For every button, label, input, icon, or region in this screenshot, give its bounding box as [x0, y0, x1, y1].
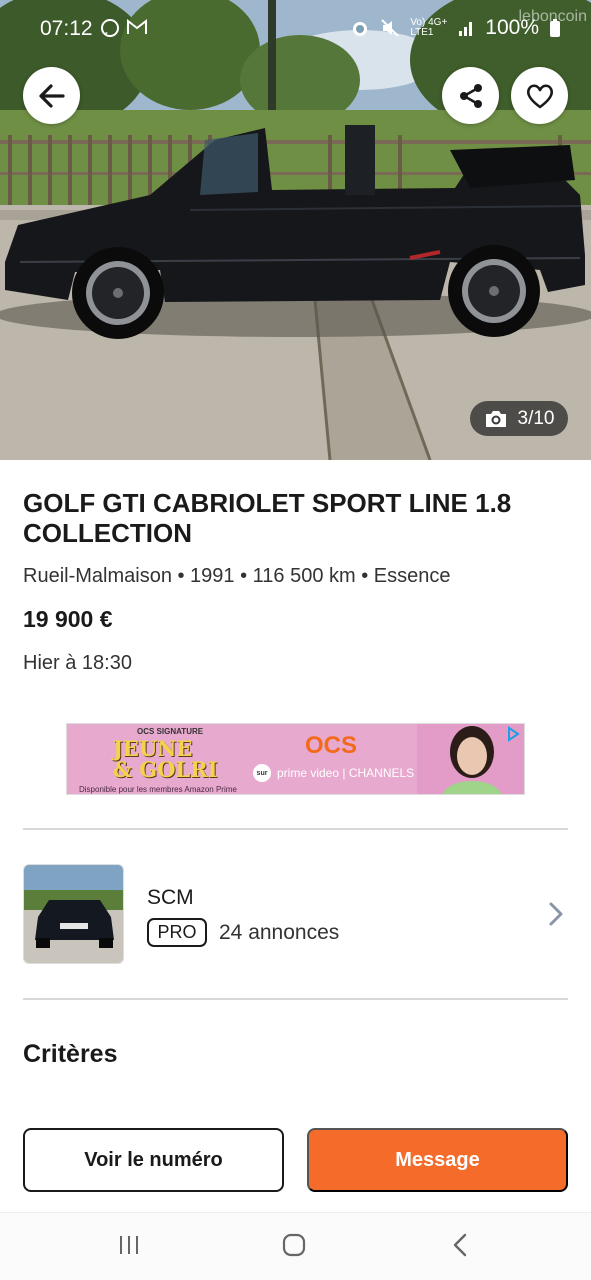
status-time: 07:12: [40, 17, 93, 40]
listing-title: GOLF GTI CABRIOLET SPORT LINE 1.8 COLLEC…: [23, 488, 512, 548]
ad-brand-logo: OCS: [305, 732, 358, 759]
ad-partner-text: prime video | CHANNELS: [277, 766, 415, 780]
listing-price: 19 900 €: [23, 606, 113, 632]
network-sub-label: LTE1: [410, 27, 434, 38]
system-nav-bar: [0, 1212, 591, 1280]
ad-choices-icon[interactable]: [505, 726, 521, 742]
divider: [23, 998, 568, 1000]
listing-specs: Rueil-Malmaison • 1991 • 116 500 km • Es…: [23, 565, 451, 587]
back-button[interactable]: [23, 67, 80, 124]
listing-photo[interactable]: [0, 0, 591, 460]
camera-icon: [485, 410, 506, 427]
ad-sur-badge: sur: [253, 764, 271, 782]
share-icon: [459, 83, 482, 108]
pro-badge: PRO: [147, 918, 207, 947]
alarm-icon: [353, 22, 368, 36]
seller-ads-count: 24 annonces: [219, 921, 340, 944]
ad-headline-line-1: JEUNE: [113, 736, 193, 761]
status-bar: 07:12 Vo) 4G+ LTE1 100% leboncoin: [0, 0, 591, 58]
gmail-icon: [127, 18, 147, 34]
ad-disclaimer: Disponible pour les membres Amazon Prime: [79, 785, 237, 794]
seller-thumbnail: [23, 864, 124, 964]
ad-banner[interactable]: OCS SIGNATURE JEUNE & GOLRI Disponible p…: [66, 723, 525, 795]
favorite-button[interactable]: [511, 67, 568, 124]
whatsapp-icon: [101, 19, 119, 37]
listing-date: Hier à 18:30: [23, 652, 132, 674]
show-number-button[interactable]: Voir le numéro: [23, 1128, 284, 1192]
ad-partner: sur prime video | CHANNELS: [253, 764, 414, 782]
seller-name: SCM: [147, 886, 194, 909]
ad-brand-small: OCS SIGNATURE: [137, 727, 204, 736]
chevron-right-icon: [549, 902, 563, 926]
photo-counter: 3/10: [470, 401, 568, 436]
signal-icon: [459, 22, 473, 36]
arrow-left-icon: [38, 83, 65, 108]
car-photo-illustration: [0, 0, 591, 460]
heart-icon: [526, 83, 553, 108]
nav-back-icon[interactable]: [450, 1232, 472, 1258]
mute-icon: [381, 19, 400, 37]
watermark: leboncoin: [518, 8, 588, 25]
criteria-heading: Critères: [23, 1040, 118, 1068]
divider: [23, 828, 568, 830]
recents-icon[interactable]: [117, 1233, 141, 1257]
ad-headline-line-2: & GOLRI: [113, 757, 218, 782]
share-button[interactable]: [442, 67, 499, 124]
message-button[interactable]: Message: [307, 1128, 568, 1192]
ad-headline: JEUNE & GOLRI: [113, 738, 218, 780]
home-icon[interactable]: [281, 1232, 307, 1258]
photo-counter-text: 3/10: [517, 407, 555, 429]
